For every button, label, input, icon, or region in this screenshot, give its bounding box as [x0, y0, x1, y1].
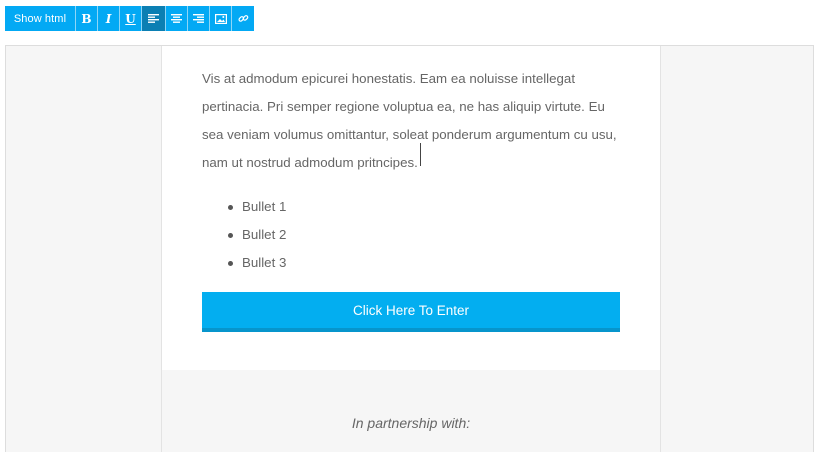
align-right-icon — [193, 14, 204, 23]
editor-toolbar: Show html B I U — [5, 6, 254, 31]
editor-canvas: Vis at admodum epicurei honestatis. Eam … — [5, 45, 814, 452]
link-icon — [237, 15, 248, 22]
insert-image-button[interactable] — [210, 6, 232, 31]
align-right-button[interactable] — [188, 6, 210, 31]
align-center-button[interactable] — [166, 6, 188, 31]
italic-button[interactable]: I — [98, 6, 120, 31]
list-item: Bullet 1 — [202, 193, 286, 221]
partner-text: In partnership with: — [351, 415, 471, 431]
align-center-icon — [171, 14, 182, 23]
underline-icon: U — [125, 11, 136, 26]
content-card[interactable]: Vis at admodum epicurei honestatis. Eam … — [161, 46, 661, 371]
body-paragraph[interactable]: Vis at admodum epicurei honestatis. Eam … — [202, 65, 627, 177]
align-left-button[interactable] — [142, 6, 166, 31]
italic-icon: I — [105, 11, 112, 26]
insert-link-button[interactable] — [232, 6, 254, 31]
bullet-list[interactable]: Bullet 1 Bullet 2 Bullet 3 — [202, 193, 286, 277]
underline-button[interactable]: U — [120, 6, 142, 31]
footer-section[interactable]: In partnership with: — [161, 370, 661, 452]
align-left-icon — [148, 14, 159, 23]
bold-button[interactable]: B — [76, 6, 98, 31]
list-item: Bullet 3 — [202, 249, 286, 277]
list-item: Bullet 2 — [202, 221, 286, 249]
enter-button[interactable]: Click Here To Enter — [202, 292, 620, 332]
show-html-button[interactable]: Show html — [5, 6, 76, 31]
bold-icon: B — [81, 11, 92, 26]
text-cursor — [420, 143, 421, 166]
image-icon — [214, 13, 227, 24]
